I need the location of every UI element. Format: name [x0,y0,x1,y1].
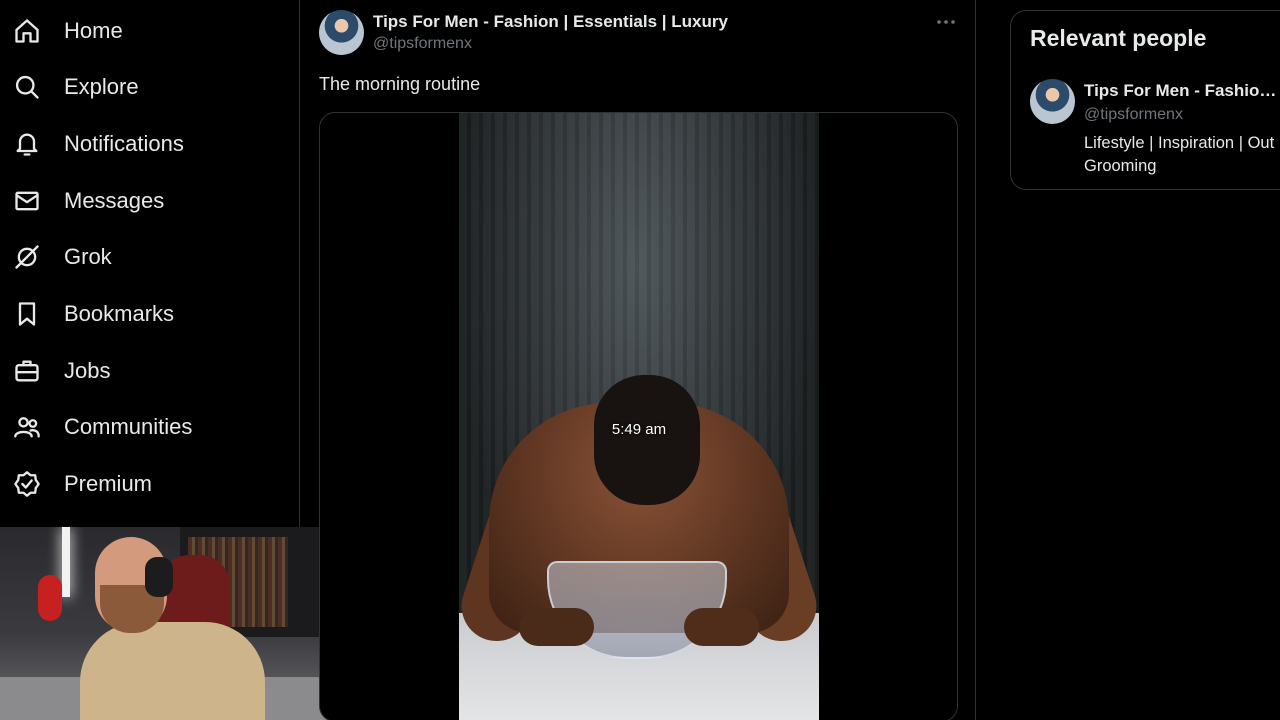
relevant-people-card: Relevant people Tips For Men - Fashion .… [1010,10,1280,190]
search-icon [13,73,41,101]
sidebar-item-explore[interactable]: Explore [0,67,139,107]
sidebar-item-communities[interactable]: Communities [0,407,192,447]
ellipsis-icon[interactable] [934,10,958,34]
sidebar-item-label: Jobs [64,358,111,383]
relevant-people-title: Relevant people [1030,25,1207,51]
video-player[interactable]: 5:49 am [459,113,819,720]
sidebar-item-home[interactable]: Home [0,11,123,51]
sidebar-item-label: Bookmarks [64,301,175,326]
webcam-overlay [0,527,342,720]
author-name[interactable]: Tips For Men - Fashion | Essentials | Lu… [373,12,728,32]
cam-person-body [80,622,265,720]
relevant-person-bio-line: Grooming [1084,157,1157,175]
sidebar-item-jobs[interactable]: Jobs [0,351,110,391]
cam-santa-figure [38,575,62,621]
sidebar-item-label: Messages [64,188,165,213]
tweet-media[interactable]: 5:49 am [319,112,958,720]
sidebar-item-label: Notifications [64,131,184,156]
sidebar-item-grok[interactable]: Grok [0,237,112,277]
headphones-icon [145,557,173,597]
sidebar-item-label: Grok [64,244,112,269]
tweet-detail: Tips For Men - Fashion | Essentials | Lu… [300,0,976,720]
sidebar-item-notifications[interactable]: Notifications [0,124,184,164]
sidebar-item-messages[interactable]: Messages [0,181,164,221]
cam-light-strip [62,527,70,597]
home-icon [13,17,41,45]
verified-badge-icon [13,470,41,498]
sidebar-item-label: Premium [64,471,153,496]
sidebar-item-label: Communities [64,414,193,439]
sidebar-item-bookmarks[interactable]: Bookmarks [0,294,174,334]
relevant-person-bio: Lifestyle | Inspiration | Out Grooming [1084,132,1280,178]
briefcase-icon [13,357,41,385]
relevant-person-avatar[interactable] [1030,79,1075,124]
author-avatar[interactable] [319,10,364,55]
grok-icon [13,243,41,271]
relevant-person-name[interactable]: Tips For Men - Fashion ... [1084,81,1280,101]
bell-icon [13,130,41,158]
sidebar-item-premium[interactable]: Premium [0,464,152,504]
relevant-person-handle[interactable]: @tipsformenx [1084,106,1183,124]
video-caption: 5:49 am [611,421,667,438]
video-man-head [594,375,700,505]
relevant-person-bio-line: Lifestyle | Inspiration | Out [1084,134,1275,152]
envelope-icon [13,187,41,215]
people-icon [13,413,41,441]
bookmark-icon [13,300,41,328]
tweet-text: The morning routine [319,74,481,94]
sidebar-item-label: Home [64,18,123,43]
video-man-right-hand [684,608,759,646]
video-man-left-hand [519,608,594,646]
sidebar-item-label: Explore [64,74,139,99]
author-handle[interactable]: @tipsformenx [373,35,472,53]
